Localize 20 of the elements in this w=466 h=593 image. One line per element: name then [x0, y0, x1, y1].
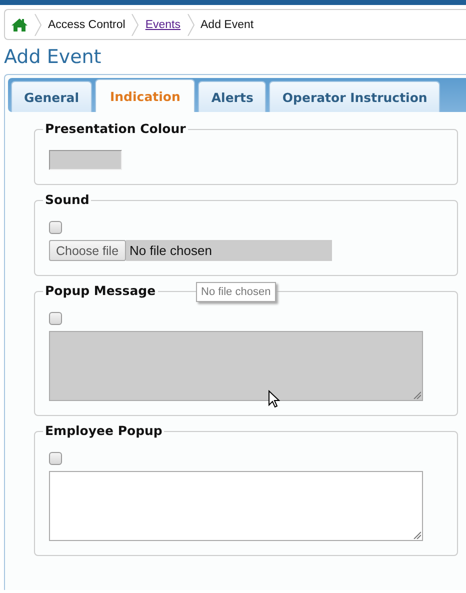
fieldset-legend: Employee Popup — [43, 423, 164, 439]
tab[interactable]: Alerts — [198, 81, 266, 112]
tab[interactable]: Operator Instruction — [269, 81, 440, 112]
home-icon[interactable] — [11, 18, 28, 32]
breadcrumb-link[interactable]: Events — [145, 18, 181, 30]
breadcrumb-item: Add Event — [200, 18, 254, 30]
chevron-separator-icon — [186, 14, 195, 36]
chevron-separator-icon — [34, 14, 42, 36]
chevron-separator-icon — [131, 14, 140, 36]
mouse-cursor-icon — [268, 390, 280, 408]
tab[interactable]: General — [11, 81, 92, 112]
checkbox[interactable] — [49, 452, 62, 465]
text-area[interactable] — [49, 471, 423, 541]
page-title: Add Event — [4, 45, 102, 69]
breadcrumb-item: Access Control — [48, 18, 126, 30]
tooltip: No file chosen — [196, 282, 276, 302]
resize-grip-icon[interactable] — [413, 531, 421, 539]
tab[interactable]: Indication — [95, 79, 196, 112]
file-name-text: No file chosen — [126, 240, 332, 261]
fieldset-legend: Popup Message — [43, 283, 158, 299]
